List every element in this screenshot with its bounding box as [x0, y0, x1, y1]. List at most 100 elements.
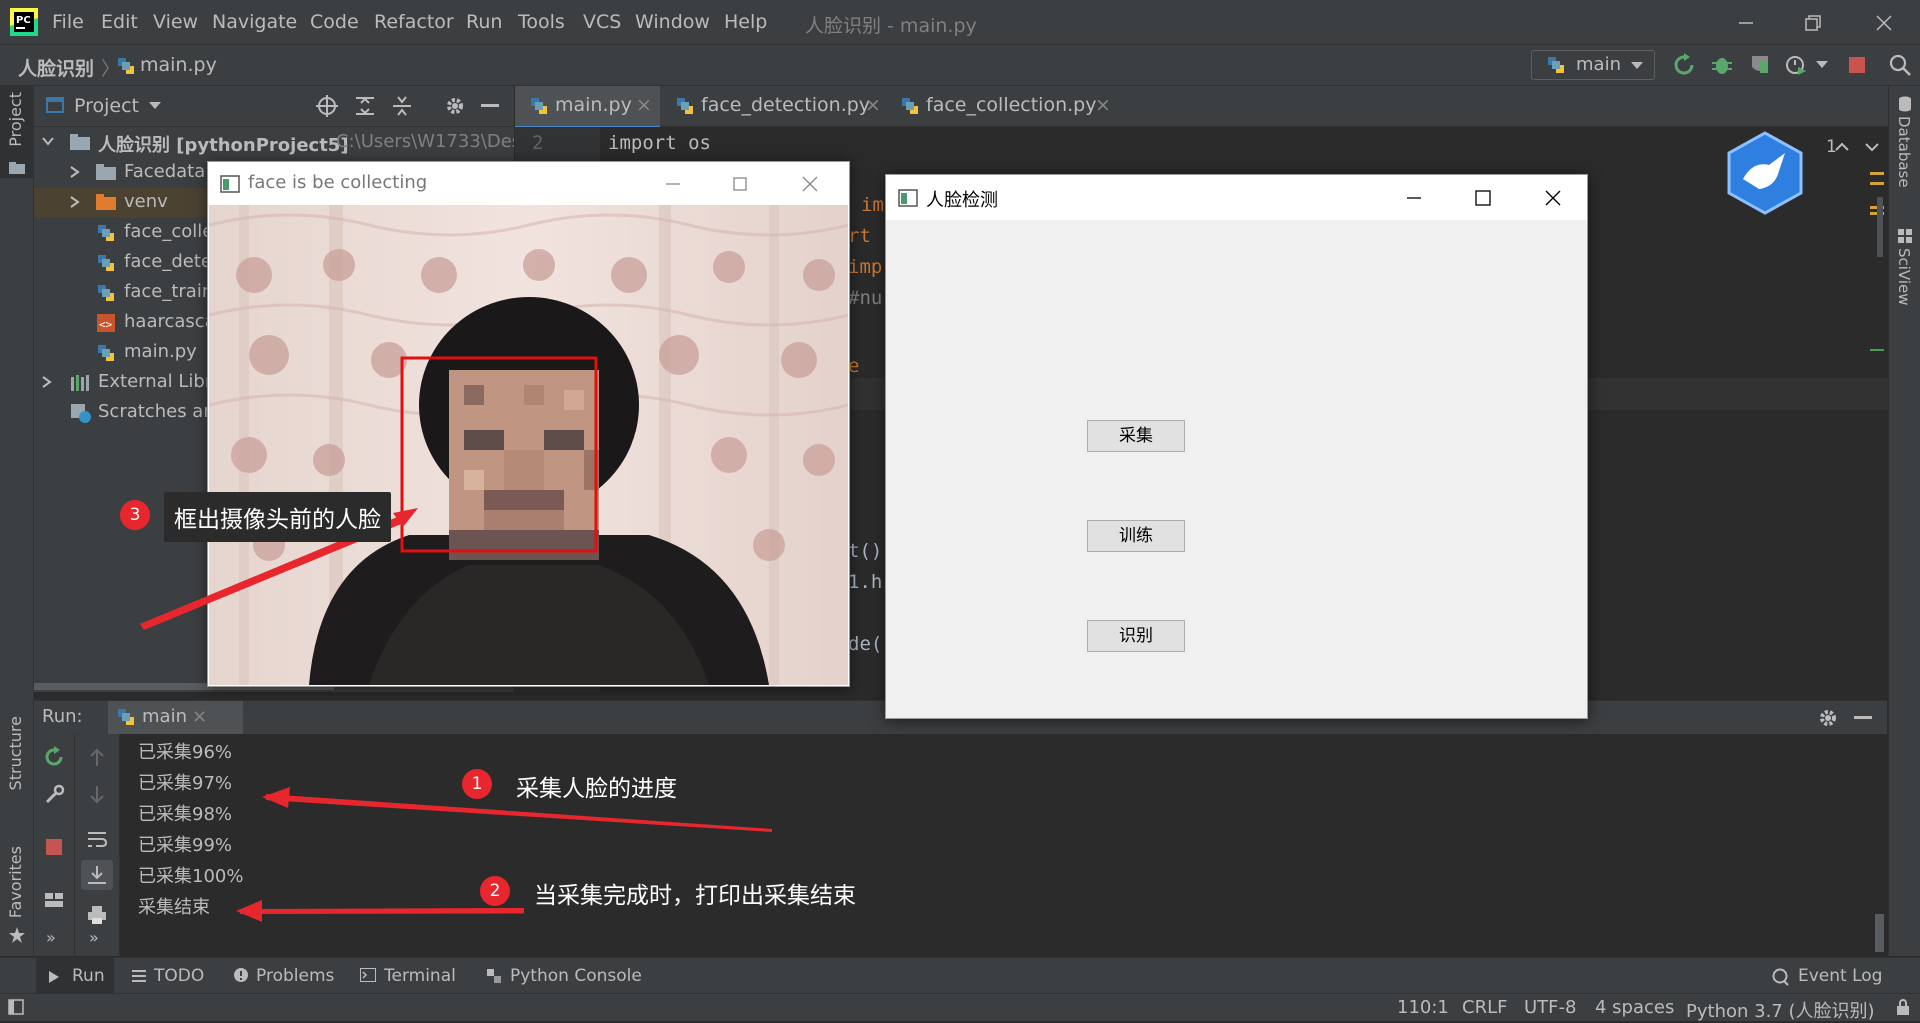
hide-panel-icon[interactable]: [481, 104, 499, 108]
wrench-icon[interactable]: [43, 784, 65, 806]
gear-icon[interactable]: [1817, 707, 1839, 729]
expand-all-icon[interactable]: [354, 95, 376, 117]
indent-setting[interactable]: 4 spaces: [1595, 997, 1674, 1018]
camera-image: [209, 205, 848, 685]
menu-edit[interactable]: Edit: [101, 11, 138, 33]
layout-icon[interactable]: [43, 889, 65, 911]
recognize-button[interactable]: 识别: [1087, 620, 1185, 652]
tab-close-icon[interactable]: ×: [636, 94, 652, 116]
menu-view[interactable]: View: [153, 11, 198, 33]
more-icon[interactable]: »: [46, 928, 56, 947]
rerun-icon[interactable]: [1672, 53, 1696, 77]
console-line: 已采集100%: [138, 866, 244, 887]
event-log-button[interactable]: Event Log: [1770, 958, 1890, 994]
breadcrumb-project[interactable]: 人脸识别: [18, 54, 94, 81]
face-detect-window[interactable]: 人脸检测 采集 训练 识别: [885, 174, 1588, 719]
tree-root-label: 人脸识别 [pythonProject5]: [98, 135, 349, 156]
menu-window[interactable]: Window: [635, 11, 710, 33]
editor-scrollbar[interactable]: [1877, 197, 1883, 257]
toolwin-python-console[interactable]: Python Console: [484, 958, 644, 994]
tree-root[interactable]: 人脸识别 [pythonProject5] C:\Users\W1733\Des: [34, 128, 514, 158]
camera-window[interactable]: face is be collecting: [207, 161, 850, 687]
profile-icon[interactable]: [1784, 53, 1808, 77]
code-fragment: #nu: [848, 287, 883, 309]
menu-code[interactable]: Code: [310, 11, 359, 33]
scroll-to-end-icon[interactable]: [81, 860, 113, 890]
search-icon[interactable]: [1888, 53, 1912, 77]
line-separator[interactable]: CRLF: [1462, 997, 1507, 1018]
menu-vcs[interactable]: VCS: [583, 11, 621, 33]
minimize-icon[interactable]: [1404, 188, 1424, 208]
menu-help[interactable]: Help: [724, 11, 767, 33]
toolwin-todo[interactable]: TODO: [130, 958, 210, 994]
project-panel-title[interactable]: Project: [74, 95, 139, 117]
maximize-icon[interactable]: [730, 174, 750, 194]
tree-item-label: main.py: [124, 341, 197, 362]
chevron-down-icon[interactable]: [1865, 142, 1879, 152]
tab-main-py[interactable]: main.py ×: [515, 86, 660, 129]
tab-face-detection-py[interactable]: face_detection.py ×: [665, 86, 885, 126]
tab-close-icon[interactable]: ×: [1095, 94, 1111, 116]
collect-button[interactable]: 采集: [1087, 420, 1185, 452]
annotation-badge-1: 1: [462, 769, 492, 799]
run-config-dropdown[interactable]: main: [1531, 50, 1655, 80]
structure-tab-label[interactable]: Structure: [6, 716, 25, 790]
stop-icon[interactable]: [45, 838, 63, 856]
locate-icon[interactable]: [316, 95, 338, 117]
panel-toggle-icon[interactable]: [8, 999, 24, 1015]
toolwin-label: TODO: [154, 966, 205, 986]
coverage-icon[interactable]: [1748, 53, 1772, 77]
chevron-up-icon[interactable]: [1835, 142, 1849, 152]
python-interpreter[interactable]: Python 3.7 (人脸识别): [1686, 997, 1875, 1023]
arrow-down-icon[interactable]: [86, 784, 108, 806]
restore-icon[interactable]: [1800, 10, 1826, 36]
project-view-chevron-icon[interactable]: [149, 102, 161, 110]
menu-file[interactable]: File: [52, 11, 84, 33]
menu-refactor[interactable]: Refactor: [374, 11, 454, 33]
face-detect-titlebar[interactable]: 人脸检测: [886, 175, 1587, 220]
print-icon[interactable]: [86, 904, 108, 926]
collapse-all-icon[interactable]: [391, 95, 413, 117]
run-tab-close-icon[interactable]: ×: [192, 706, 207, 727]
soft-wrap-icon[interactable]: [86, 828, 108, 850]
pycharm-logo-icon: PC: [10, 8, 38, 36]
more-icon[interactable]: »: [89, 928, 99, 947]
bird-assistant-icon[interactable]: [1725, 131, 1805, 215]
maximize-icon[interactable]: [1473, 188, 1493, 208]
tree-item-label: face_dete: [124, 251, 212, 272]
tab-face-collection-py[interactable]: face_collection.py ×: [890, 86, 1115, 126]
tree-item-label: Facedata: [124, 161, 206, 182]
toolwin-run[interactable]: Run: [36, 958, 114, 994]
hide-panel-icon[interactable]: [1854, 716, 1872, 720]
inspection-count[interactable]: 1: [1810, 137, 1837, 157]
close-icon[interactable]: [1543, 188, 1563, 208]
menu-navigate[interactable]: Navigate: [212, 11, 297, 33]
minimize-icon[interactable]: [663, 174, 683, 194]
database-tab-label[interactable]: Database: [1895, 116, 1913, 188]
menu-run[interactable]: Run: [466, 11, 502, 33]
menu-tools[interactable]: Tools: [518, 11, 565, 33]
arrow-up-icon[interactable]: [86, 746, 108, 768]
close-icon[interactable]: [800, 174, 820, 194]
sciview-tab-label[interactable]: SciView: [1895, 248, 1913, 306]
gear-icon[interactable]: [444, 95, 466, 117]
more-run-chevron-icon[interactable]: [1816, 61, 1828, 69]
console-output[interactable]: 已采集96% 已采集97% 已采集98% 已采集99% 已采集100% 采集结束: [120, 734, 1887, 956]
tab-close-icon[interactable]: ×: [865, 94, 881, 116]
breadcrumb-file[interactable]: main.py: [140, 54, 217, 76]
run-tab-main[interactable]: main ×: [108, 701, 243, 737]
train-button[interactable]: 训练: [1087, 520, 1185, 552]
close-icon[interactable]: [1871, 10, 1897, 36]
toolwin-problems[interactable]: Problems: [232, 958, 342, 994]
file-encoding[interactable]: UTF-8: [1524, 997, 1576, 1018]
stop-icon[interactable]: [1848, 56, 1866, 74]
lock-icon[interactable]: [1895, 999, 1911, 1015]
rerun-icon[interactable]: [43, 746, 65, 768]
debug-icon[interactable]: [1710, 53, 1734, 77]
favorites-tab-label[interactable]: Favorites: [6, 846, 25, 918]
minimize-icon[interactable]: [1733, 10, 1759, 36]
caret-position[interactable]: 110:1: [1397, 997, 1449, 1018]
camera-window-titlebar[interactable]: face is be collecting: [208, 162, 849, 205]
toolwin-terminal[interactable]: Terminal: [358, 958, 468, 994]
console-scrollbar[interactable]: [1875, 914, 1884, 952]
